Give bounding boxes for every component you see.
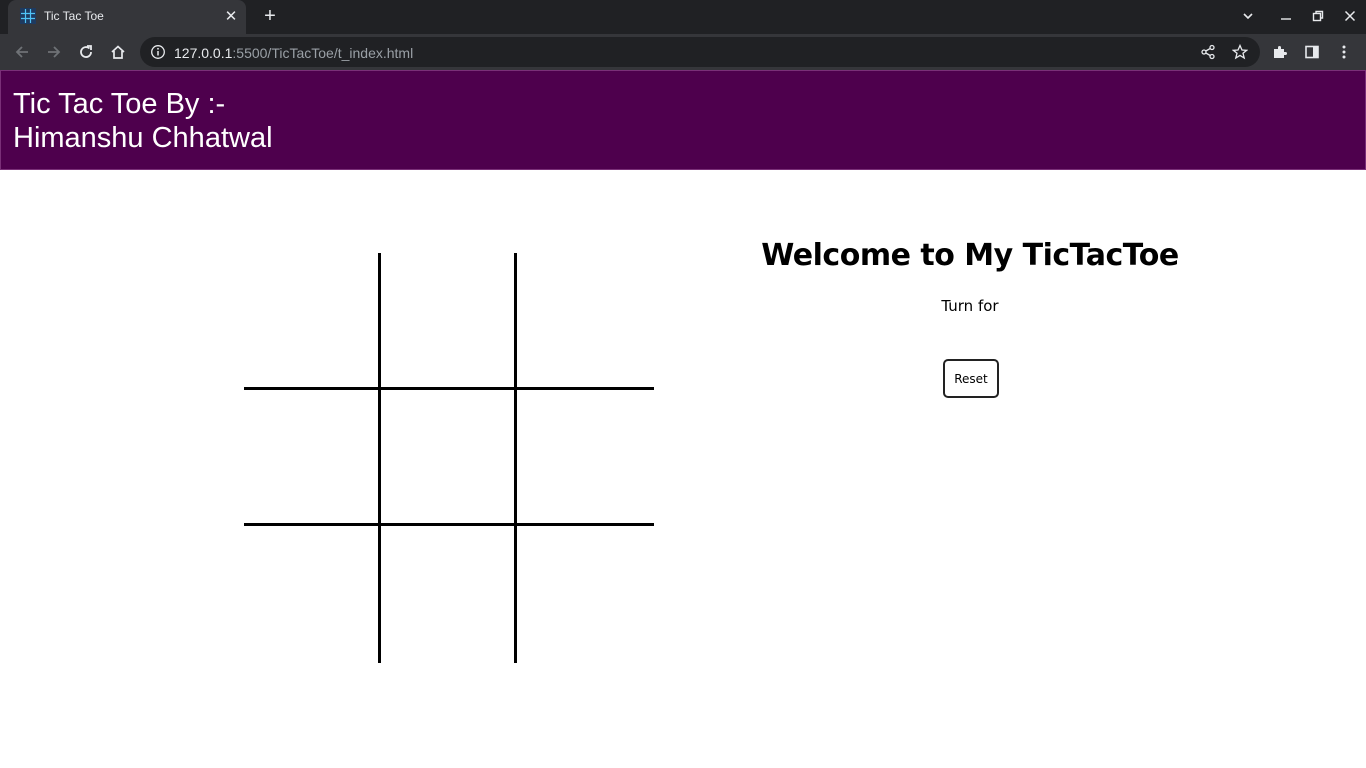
header-title-line1: Tic Tac Toe By :- (13, 88, 226, 120)
side-panel-icon[interactable] (1302, 42, 1322, 62)
back-arrow-icon[interactable] (10, 40, 34, 64)
tab-title: Tic Tac Toe (44, 9, 104, 23)
forward-arrow-icon[interactable] (42, 40, 66, 64)
browser-tab-bar: Tic Tac Toe ✕ + (0, 0, 1366, 34)
url-text[interactable]: 127.0.0.1:5500/TicTacToe/t_index.html (174, 45, 413, 61)
address-bar[interactable]: 127.0.0.1:5500/TicTacToe/t_index.html (140, 37, 1260, 67)
board-cell-6[interactable] (244, 526, 381, 663)
turn-indicator: Turn for (941, 297, 999, 315)
browser-tab[interactable]: Tic Tac Toe ✕ (8, 0, 246, 34)
board-cell-5[interactable] (517, 390, 654, 526)
reset-button[interactable]: Reset (943, 359, 999, 398)
page-header: Tic Tac Toe By :- Himanshu Chhatwal (0, 70, 1366, 170)
url-path: :5500/TicTacToe/t_index.html (232, 45, 414, 61)
board-cell-2[interactable] (517, 253, 654, 390)
header-author-line2: Himanshu Chhatwal (13, 122, 273, 154)
tictactoe-favicon-icon (20, 8, 36, 24)
board-cell-3[interactable] (244, 390, 381, 526)
tictactoe-board (244, 253, 654, 663)
close-window-icon[interactable] (1338, 5, 1362, 29)
bookmark-star-icon[interactable] (1232, 44, 1248, 60)
site-info-icon[interactable] (150, 44, 166, 60)
reload-icon[interactable] (74, 40, 98, 64)
board-cell-7[interactable] (381, 526, 517, 663)
extensions-puzzle-icon[interactable] (1270, 42, 1290, 62)
kebab-menu-icon[interactable] (1334, 42, 1354, 62)
url-host: 127.0.0.1 (174, 45, 233, 61)
restore-icon[interactable] (1306, 5, 1330, 29)
welcome-heading: Welcome to My TicTacToe (761, 238, 1179, 273)
browser-toolbar: 127.0.0.1:5500/TicTacToe/t_index.html (0, 34, 1366, 70)
home-icon[interactable] (106, 40, 130, 64)
new-tab-icon[interactable]: + (258, 5, 282, 29)
board-cell-1[interactable] (381, 253, 517, 390)
tab-close-icon[interactable]: ✕ (222, 8, 240, 26)
tab-search-chevron-icon[interactable] (1236, 5, 1260, 29)
board-cell-0[interactable] (244, 253, 381, 390)
board-cell-8[interactable] (517, 526, 654, 663)
share-icon[interactable] (1200, 44, 1216, 60)
game-info-panel: Welcome to My TicTacToe Turn for Reset (760, 238, 1180, 398)
board-cell-4[interactable] (381, 390, 517, 526)
minimize-icon[interactable] (1274, 5, 1298, 29)
